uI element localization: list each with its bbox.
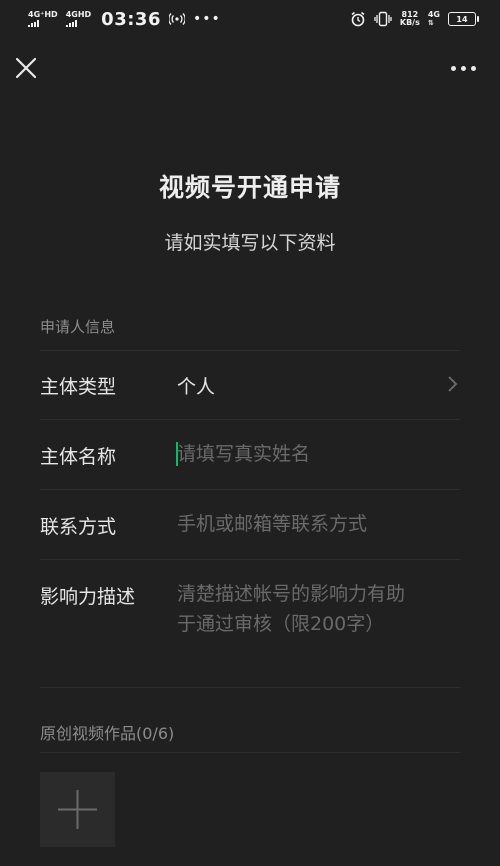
network-label-3: 4G [427,10,440,19]
influence-label: 影响力描述 [40,586,136,608]
subject-name-label: 主体名称 [40,446,117,468]
divider [40,752,460,753]
status-bar: 4G⁺HD 4GHD 03:36 ••• 812 KB/s 4G ⇅ 14 [0,0,500,38]
signal-1: 4G⁺HD [28,11,58,27]
divider [40,489,460,490]
more-button[interactable] [446,54,480,82]
vibrate-icon [374,11,392,27]
battery-icon: 14 [448,12,479,26]
page-title: 视频号开通申请 [158,173,341,202]
more-icon [460,65,466,71]
influence-textarea[interactable]: 清楚描述帐号的影响力有助 于通过审核（限200字） [177,579,405,639]
close-icon [15,57,37,79]
page-subtitle: 请如实填写以下资料 [164,232,336,254]
signal-bars-icon [28,20,39,27]
close-button[interactable] [12,54,40,82]
section-label-applicant: 申请人信息 [40,318,116,336]
subject-type-value[interactable]: 个人 [177,372,215,399]
contact-input[interactable]: 手机或邮箱等联系方式 [177,509,367,539]
more-icon [450,65,456,71]
status-bar-left: 4G⁺HD 4GHD 03:36 ••• [28,9,221,30]
data-arrows-icon: ⇅ [427,19,434,27]
divider [40,419,460,420]
network-label-2: 4GHD [65,10,92,19]
divider [40,687,460,688]
nav-bar [0,48,500,92]
influence-placeholder-line-1: 清楚描述帐号的影响力有助 [177,583,406,605]
more-notifications-icon: ••• [192,11,221,27]
influence-placeholder-line-2: 于通过审核（限200字） [177,613,385,635]
chevron-right-icon [448,376,458,392]
network-speed-unit: KB/s [399,18,420,27]
divider [40,350,460,351]
subject-type-label: 主体类型 [40,376,117,398]
add-video-button[interactable] [40,772,115,847]
alarm-icon [351,11,365,27]
battery-level: 14 [456,14,468,24]
section-label-works: 原创视频作品(0/6) [40,724,175,743]
divider [40,559,460,560]
contact-label: 联系方式 [40,516,117,538]
plus-icon [58,790,97,829]
network-label-1: 4G⁺HD [28,10,58,19]
subject-name-input[interactable]: 请填写真实姓名 [177,439,310,469]
signal-2: 4GHD [65,10,92,27]
status-time: 03:36 [101,8,161,30]
hotspot-icon [168,13,185,25]
status-bar-right: 812 KB/s 4G ⇅ 14 [350,10,479,28]
more-icon [470,65,476,71]
signal-3: 4G ⇅ [427,10,440,28]
network-speed: 812 KB/s [400,11,420,27]
signal-bars-icon [65,20,77,27]
